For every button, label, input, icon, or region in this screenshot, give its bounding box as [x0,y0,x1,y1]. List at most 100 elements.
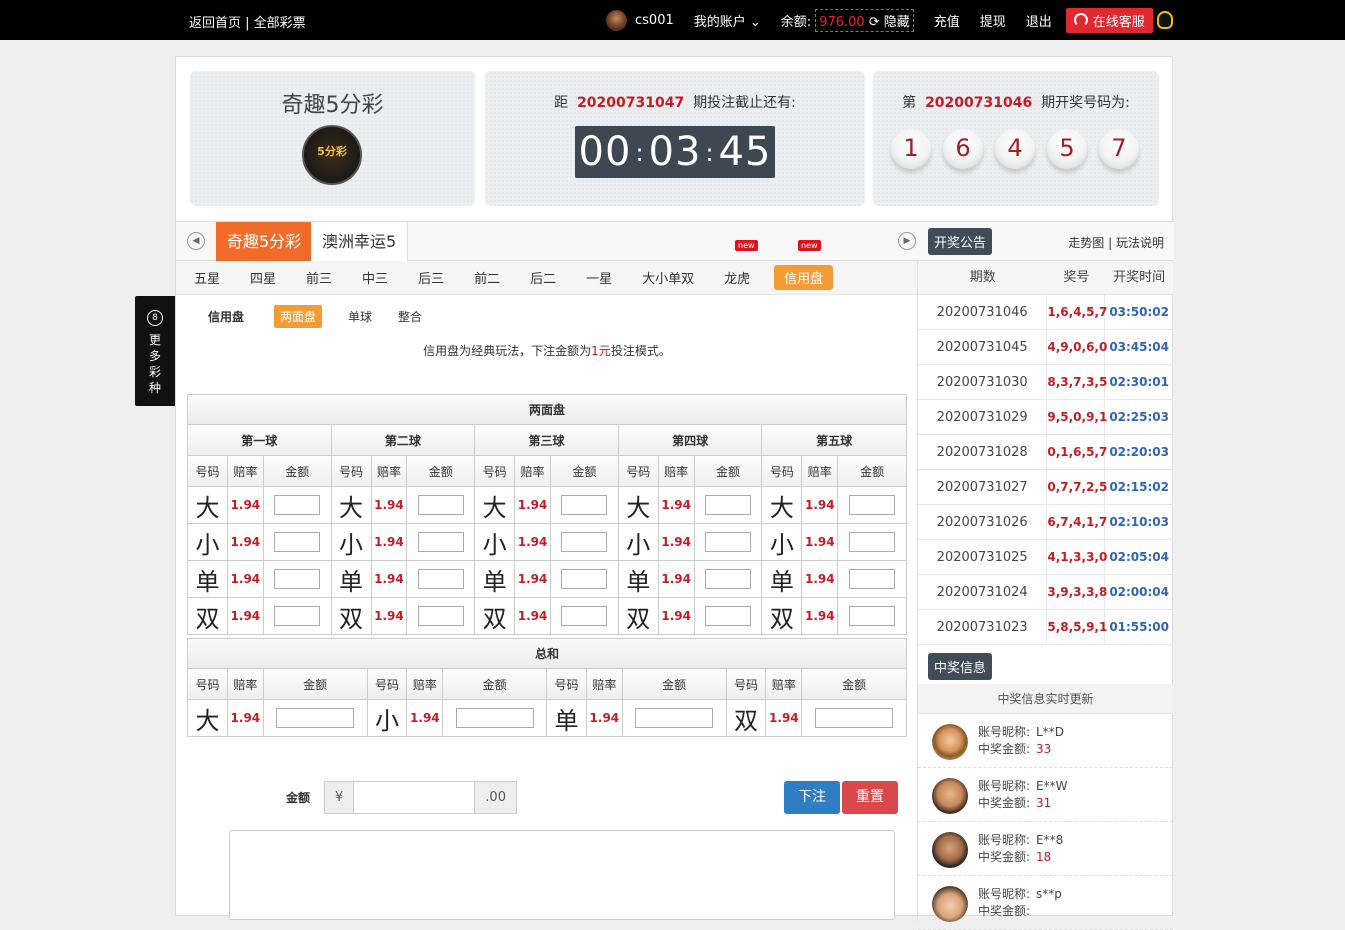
play-type-tab[interactable]: 四星 [246,265,280,290]
bet-amount-input[interactable] [561,606,608,626]
clock-minutes: 03 [648,129,702,175]
reset-button[interactable]: 重置 [842,781,898,814]
play-type-tab-active[interactable]: 信用盘 [774,265,834,290]
play-type-tab[interactable]: 五星 [190,265,224,290]
bet-amount-input[interactable] [705,569,752,589]
bet-option[interactable]: 大 [475,487,516,523]
sub-play-tab[interactable]: 单球 [348,308,372,325]
withdraw-link[interactable]: 提现 [980,11,1006,30]
col-odds-header: 赔率 [802,456,839,486]
tabs-prev-arrow-icon[interactable]: ◀ [187,232,205,250]
more-lotteries-tab[interactable]: 8 更 多 彩 种 [135,296,175,406]
play-type-tab[interactable]: 龙虎 [720,265,754,290]
bet-option[interactable]: 双 [332,598,372,634]
bet-amount-input[interactable] [849,569,896,589]
play-type-tab[interactable]: 后二 [526,265,560,290]
bet-amount-input[interactable] [705,495,752,515]
draw-ball: 4 [995,129,1035,169]
sum-amount-input[interactable] [276,708,355,728]
draw-balls: 1 6 4 5 7 [891,129,1151,169]
draw-notice-button[interactable]: 开奖公告 [928,228,993,255]
bet-option[interactable]: 双 [475,598,516,634]
bet-option[interactable]: 双 [188,598,228,634]
sub-play-tab-active[interactable]: 两面盘 [274,305,323,328]
bet-amount-input[interactable] [274,495,321,515]
trend-link[interactable]: 走势图 [1068,236,1104,250]
rules-link[interactable]: 玩法说明 [1116,236,1164,250]
bet-amount-input[interactable] [417,606,464,626]
history-issue: 20200731023 [918,610,1048,644]
recharge-link[interactable]: 充值 [934,11,960,30]
play-type-tab[interactable]: 前三 [302,265,336,290]
bet-amount-input[interactable] [274,606,321,626]
bet-option[interactable]: 单 [619,561,659,597]
bet-amount-input[interactable] [561,532,608,552]
user-avatar[interactable] [606,9,627,31]
bet-option[interactable]: 小 [332,524,372,560]
bet-amount-cell [551,598,619,634]
bet-amount-input[interactable] [417,532,464,552]
clock-hours: 00 [578,129,632,175]
history-row: 20200731025 4,1,3,3,0 02:05:04 [918,540,1173,575]
amount-input[interactable] [354,781,475,814]
lottery-tab-active[interactable]: 奇趣5分彩 [216,222,313,261]
play-type-tab[interactable]: 前二 [470,265,504,290]
bet-amount-input[interactable] [561,569,608,589]
sum-bet-option[interactable]: 单 [547,700,587,736]
play-type-tab[interactable]: 一星 [582,265,616,290]
bet-amount-input[interactable] [417,569,464,589]
refresh-icon[interactable]: ⟳ [869,15,880,30]
tabs-next-arrow-icon[interactable]: ▶ [898,232,916,250]
bet-amount-input[interactable] [274,569,321,589]
sub-play-tab[interactable]: 整合 [398,308,422,325]
col-num-header: 号码 [726,669,767,699]
history-issue: 20200731024 [918,575,1048,609]
bet-option[interactable]: 小 [762,524,803,560]
bet-option[interactable]: 单 [762,561,803,597]
bet-amount-input[interactable] [849,532,896,552]
bet-option[interactable]: 小 [475,524,516,560]
home-link[interactable]: 返回首页 [189,16,241,31]
sum-bet-option[interactable]: 大 [188,700,228,736]
bet-option[interactable]: 双 [619,598,659,634]
play-type-tab[interactable]: 后三 [414,265,448,290]
balance-label: 余额: [780,14,812,30]
bet-amount-input[interactable] [705,606,752,626]
hide-balance-button[interactable]: 隐藏 [884,15,910,30]
col-amount-header: 金额 [443,669,547,699]
sum-amount-input[interactable] [815,708,894,728]
username[interactable]: cs001 [635,13,674,28]
sum-amount-input[interactable] [455,708,534,728]
logout-link[interactable]: 退出 [1026,11,1052,30]
bet-amount-input[interactable] [849,495,896,515]
place-bet-button[interactable]: 下注 [784,781,840,814]
bet-option[interactable]: 大 [762,487,803,523]
play-type-tab[interactable]: 大小单双 [638,265,698,290]
bet-option[interactable]: 小 [619,524,659,560]
play-type-tab[interactable]: 中三 [358,265,392,290]
bet-option[interactable]: 单 [188,561,228,597]
history-row: 20200731028 0,1,6,5,7 02:20:03 [918,435,1173,470]
bet-amount-input[interactable] [849,606,896,626]
bet-option[interactable]: 大 [332,487,372,523]
bet-option[interactable]: 大 [619,487,659,523]
bet-option[interactable]: 小 [188,524,228,560]
bet-amount-input[interactable] [705,532,752,552]
qq-penguin-icon[interactable] [1156,11,1173,29]
bet-amount-input[interactable] [417,495,464,515]
history-numbers: 8,3,7,3,5 [1047,365,1107,399]
bet-amount-input[interactable] [561,495,608,515]
bet-amount-input[interactable] [274,532,321,552]
sum-amount-input[interactable] [635,708,714,728]
bet-option[interactable]: 单 [475,561,516,597]
bet-amount-cell [407,598,476,634]
lottery-tab[interactable]: 澳洲幸运5 [311,222,409,261]
sum-bet-option[interactable]: 双 [727,700,767,736]
online-service-button[interactable]: 在线客服 [1065,7,1153,33]
all-lotteries-link[interactable]: 全部彩票 [254,16,306,31]
sum-bet-option[interactable]: 小 [368,700,408,736]
bet-option[interactable]: 大 [188,487,228,523]
bet-option[interactable]: 双 [762,598,803,634]
my-account-menu[interactable]: 我的账户 ⌄ [694,11,761,30]
bet-option[interactable]: 单 [332,561,372,597]
